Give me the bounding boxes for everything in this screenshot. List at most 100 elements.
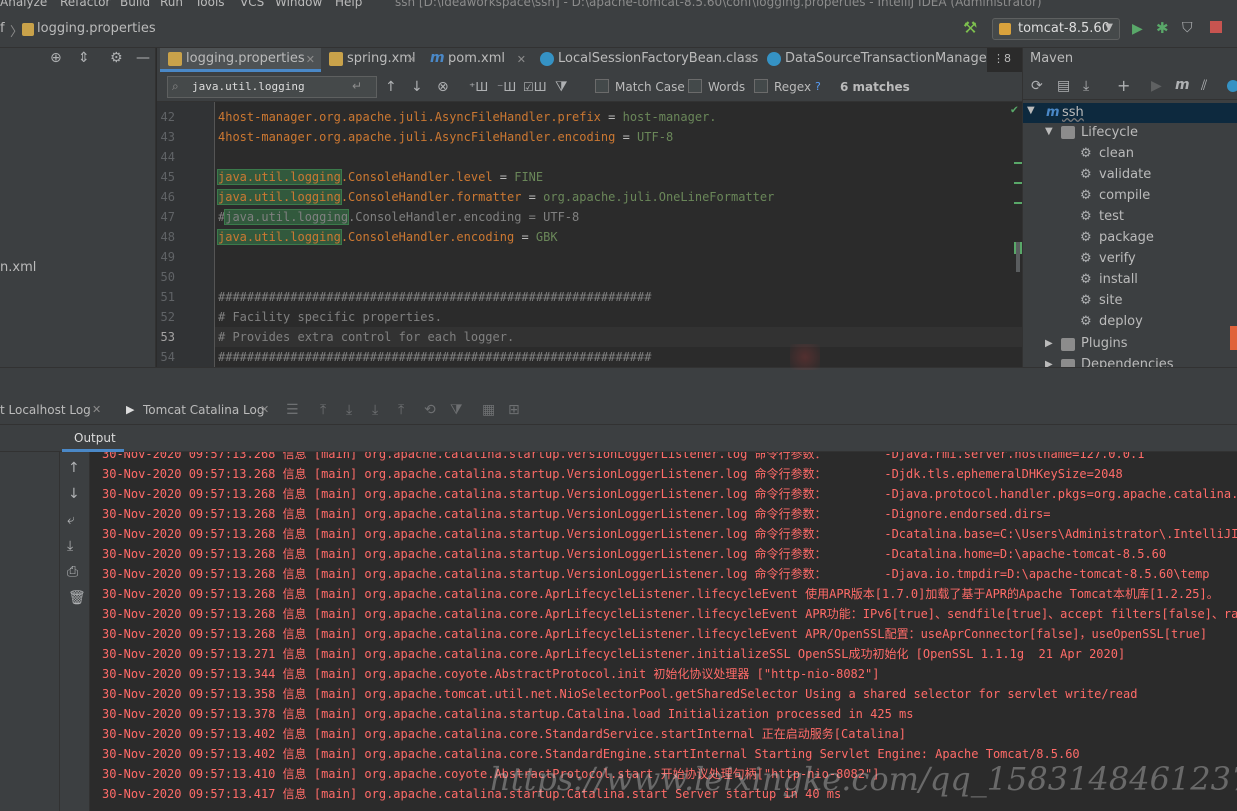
download-icon[interactable]: ⤓ — [346, 402, 352, 418]
lifecycle-phase-validate[interactable]: validate — [1099, 167, 1151, 182]
lifecycle-phase-compile[interactable]: compile — [1099, 188, 1150, 203]
up-arrow-icon[interactable]: ↑ — [68, 460, 80, 476]
close-icon[interactable]: ✕ — [306, 49, 315, 69]
lifecycle-phase-test[interactable]: test — [1099, 209, 1124, 224]
match-case-checkbox[interactable] — [595, 79, 609, 93]
tab-output[interactable]: Output — [62, 425, 124, 452]
collapse-arrow-icon[interactable]: ▶ — [1045, 359, 1053, 367]
plugins-label[interactable]: Plugins — [1081, 336, 1128, 351]
build-hammer-icon[interactable]: ⚒ — [963, 20, 977, 36]
tab-localhost-log[interactable]: t Localhost Log — [0, 403, 91, 417]
new-line-icon[interactable]: ↵ — [352, 79, 362, 93]
soft-wrap-icon[interactable]: ⤶ — [67, 512, 75, 528]
scroll-down-icon[interactable]: ⤓ — [372, 402, 378, 418]
coverage-icon[interactable]: ⛉ — [1182, 20, 1193, 36]
lifecycle-phase-clean[interactable]: clean — [1099, 146, 1134, 161]
close-icon[interactable]: ✕ — [407, 49, 416, 71]
code-token: 4host-manager.org.apache.juli.AsyncFileH… — [218, 130, 616, 144]
services-tree — [0, 452, 60, 811]
close-icon[interactable]: ✕ — [517, 49, 526, 71]
menu-vcs[interactable]: VCS — [240, 0, 264, 9]
select-all-occurrences-icon[interactable]: ☑Ш — [523, 79, 547, 95]
tab-tomcat-catalina-log[interactable]: Tomcat Catalina Log — [143, 403, 264, 417]
remove-occurrence-icon[interactable]: ⁻Ш — [497, 79, 516, 95]
debug-icon[interactable]: ✱ — [1156, 20, 1169, 36]
search-input[interactable]: ⌕ java.util.logging ↵ — [167, 76, 377, 98]
editor-scrollbar[interactable] — [1016, 242, 1020, 272]
lifecycle-phase-package[interactable]: package — [1099, 230, 1154, 245]
hide-icon[interactable]: — — [136, 50, 150, 66]
close-icon[interactable]: ✕ — [260, 403, 269, 416]
scroll-to-top-icon[interactable]: ⤒ — [320, 402, 326, 418]
settings-icon[interactable]: ⊞ — [508, 402, 520, 418]
lifecycle-phase-site[interactable]: site — [1099, 293, 1122, 308]
code-editor[interactable]: ✔ 4host-manager.org.apache.juli.AsyncFil… — [215, 102, 1022, 367]
down-arrow-icon[interactable]: ↓ — [68, 486, 80, 502]
collapse-icon[interactable]: ⇕ — [78, 50, 90, 66]
line-number: 48 — [160, 230, 175, 244]
project-tree-item[interactable]: n.xml — [0, 260, 36, 275]
menu-build[interactable]: Build — [120, 0, 150, 9]
previous-match-icon[interactable]: ↑ — [385, 79, 397, 95]
stop-icon[interactable] — [1210, 21, 1222, 33]
tabs-overflow-button[interactable]: ⋮8 — [993, 52, 1011, 65]
download-icon[interactable]: ⤓ — [1083, 78, 1089, 94]
tab-pom-xml[interactable]: m pom.xml ✕ — [422, 48, 532, 72]
run-config-select[interactable]: tomcat-8.5.60 ▼ — [992, 18, 1120, 40]
menu-help[interactable]: Help — [335, 0, 362, 9]
find-all-icon[interactable]: ⊗ — [437, 79, 449, 95]
line-number: 54 — [160, 350, 175, 364]
menu-run[interactable]: Run — [160, 0, 183, 9]
lifecycle-label[interactable]: Lifecycle — [1081, 125, 1138, 140]
locate-icon[interactable]: ⊕ — [50, 50, 62, 66]
layout-icon[interactable]: ▦ — [482, 402, 495, 418]
filter-icon[interactable]: ⧩ — [555, 79, 568, 95]
menu-tools[interactable]: Tools — [195, 0, 225, 9]
menu-refactor[interactable]: Refactor — [60, 0, 110, 9]
upload-icon[interactable]: ⤒ — [398, 402, 404, 418]
maven-project-name[interactable]: ssh — [1062, 105, 1084, 120]
notification-edge[interactable] — [1230, 326, 1237, 350]
toggle-offline-icon[interactable]: ⫽ — [1201, 78, 1207, 94]
execute-goal-icon[interactable]: m — [1175, 77, 1190, 93]
find-bar: ⌕ java.util.logging ↵ ↑ ↓ ⊗ ⁺Ш ⁻Ш ☑Ш ⧩ M… — [157, 72, 1022, 102]
menu-analyze[interactable]: Analyze — [0, 0, 47, 9]
next-match-icon[interactable]: ↓ — [411, 79, 423, 95]
close-icon[interactable]: ✕ — [92, 403, 101, 416]
words-checkbox[interactable] — [688, 79, 702, 93]
breadcrumb-file[interactable]: logging.properties — [37, 21, 156, 36]
run-maven-icon[interactable]: ▶ — [1151, 78, 1162, 94]
gear-icon[interactable]: ⚙ — [110, 50, 123, 66]
add-occurrence-icon[interactable]: ⁺Ш — [469, 79, 488, 95]
run-icon[interactable]: ▶ — [1132, 21, 1143, 37]
regex-checkbox[interactable] — [754, 79, 768, 93]
rerun-icon[interactable]: ⟲ — [424, 402, 436, 418]
regex-help-link[interactable]: ? — [815, 80, 821, 93]
menu-icon[interactable]: ☰ — [286, 402, 299, 418]
tab-logging-properties[interactable]: logging.properties ✕ — [160, 48, 321, 72]
menu-window[interactable]: Window — [275, 0, 322, 9]
tab-spring-xml[interactable]: spring.xml ✕ — [321, 48, 422, 72]
code-line: #java.util.logging.ConsoleHandler.encodi… — [218, 207, 579, 227]
trash-icon[interactable]: 🗑 — [68, 590, 86, 606]
filter-icon[interactable]: ⧩ — [450, 402, 463, 418]
add-icon[interactable]: + — [1117, 78, 1130, 94]
refresh-icon[interactable]: ⟳ — [1031, 78, 1043, 94]
generate-sources-icon[interactable]: ▤ — [1057, 78, 1070, 94]
show-dependencies-icon[interactable] — [1227, 80, 1237, 92]
tab-datasource-transaction-manager[interactable]: DataSourceTransactionManager.cla — [759, 48, 987, 72]
log-line: 30-Nov-2020 09:57:13.268 信息 [main] org.a… — [102, 527, 1237, 541]
close-icon[interactable]: ✕ — [744, 49, 753, 71]
dependencies-label[interactable]: Dependencies — [1081, 357, 1174, 367]
collapse-arrow-icon[interactable]: ▶ — [1045, 338, 1053, 349]
tab-local-session-factory-bean[interactable]: LocalSessionFactoryBean.class ✕ — [532, 48, 759, 72]
scroll-to-end-icon[interactable]: ⤓ — [67, 538, 73, 554]
lifecycle-phase-verify[interactable]: verify — [1099, 251, 1136, 266]
console-output[interactable]: 30-Nov-2020 09:57:13.268 信息 [main] org.a… — [90, 452, 1237, 811]
lifecycle-phase-deploy[interactable]: deploy — [1099, 314, 1143, 329]
expand-arrow-icon[interactable]: ▼ — [1027, 105, 1035, 116]
lifecycle-phase-install[interactable]: install — [1099, 272, 1138, 287]
print-icon[interactable]: ⎙ — [67, 564, 78, 580]
breadcrumb-prefix[interactable]: f — [0, 21, 5, 36]
expand-arrow-icon[interactable]: ▼ — [1045, 126, 1053, 137]
